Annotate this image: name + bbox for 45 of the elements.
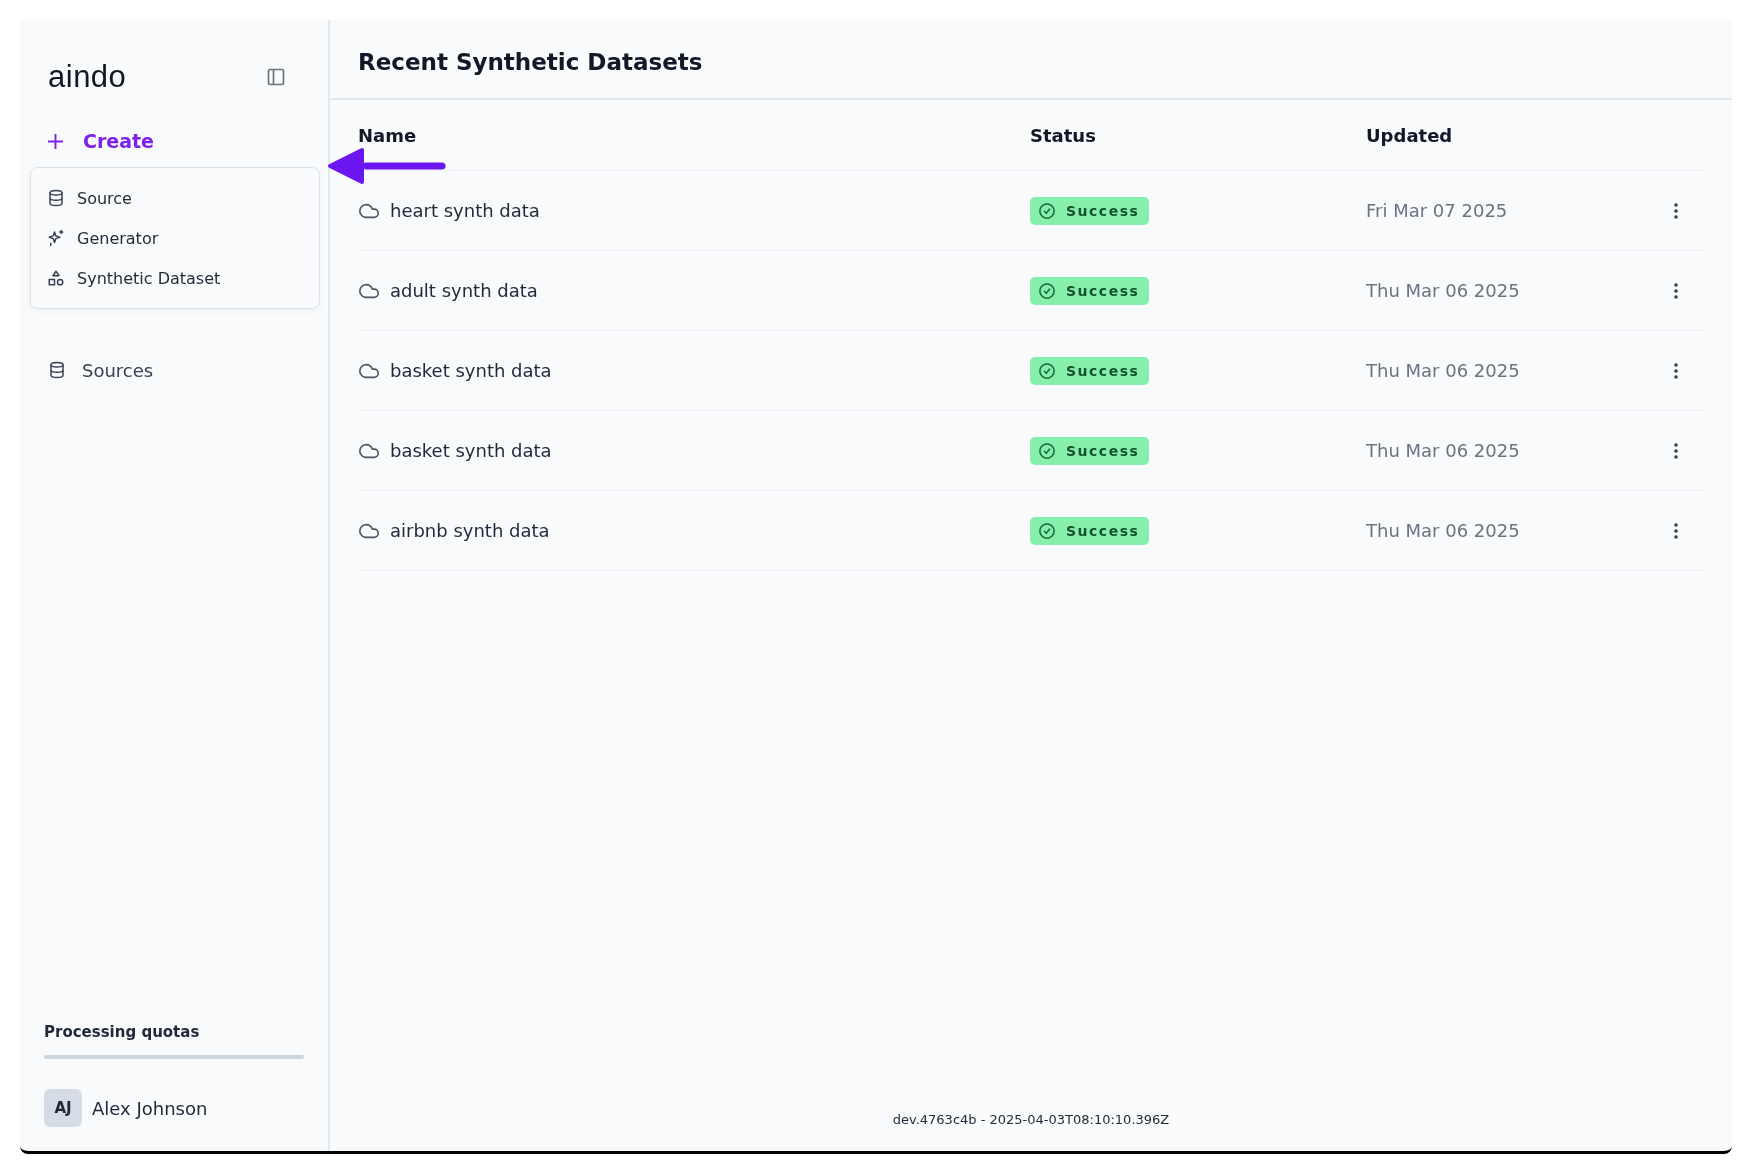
check-circle-icon [1038,441,1056,460]
check-circle-icon [1038,201,1056,220]
user-name: Alex Johnson [92,1097,208,1119]
updated-date: Thu Mar 06 2025 [1366,360,1521,381]
create-button[interactable]: Create [48,130,154,152]
updated-date: Thu Mar 06 2025 [1366,520,1521,541]
database-icon [47,189,65,207]
updated-date: Thu Mar 06 2025 [1366,440,1521,461]
sidebar-toggle-icon[interactable] [266,67,286,87]
updated-date: Thu Mar 06 2025 [1366,280,1521,301]
more-vertical-icon [1673,521,1679,540]
version-text: dev.4763c4b - 2025-04-03T08:10:10.396Z [892,1112,1170,1127]
status-badge: Success [1030,356,1150,385]
column-header: Name [358,124,418,146]
more-vertical-icon [1673,201,1679,220]
more-vertical-icon [1673,361,1679,380]
status-badge: Success [1030,436,1150,465]
plus-icon [48,133,63,149]
quota-label: Processing quotas [44,1023,201,1041]
database-icon [48,361,66,379]
check-circle-icon [1038,521,1056,540]
dataset-name[interactable]: adult synth data [390,280,538,301]
check-circle-icon [1038,361,1056,380]
sparkles-icon [47,229,65,247]
menu-item[interactable]: Synthetic Dataset [31,258,319,298]
column-header: Status [1030,124,1097,146]
shapes-icon [47,269,65,287]
dataset-name[interactable]: basket synth data [390,360,552,381]
status-badge: Success [1030,276,1150,305]
page-title: Recent Synthetic Datasets [358,48,703,75]
check-circle-icon [1038,281,1056,300]
nav-item[interactable]: Sources [20,343,328,397]
user-avatar[interactable]: AJ [44,1089,82,1127]
updated-date: Fri Mar 07 2025 [1366,200,1509,221]
more-vertical-icon [1673,281,1679,300]
menu-item[interactable]: Generator [31,218,319,258]
status-badge: Success [1030,196,1150,225]
menu-item[interactable]: Source [31,178,319,218]
aindo-logo: aindo [48,59,127,95]
status-badge: Success [1030,516,1150,545]
dataset-name[interactable]: basket synth data [390,440,552,461]
dataset-name[interactable]: airbnb synth data [390,520,550,541]
more-vertical-icon [1673,441,1679,460]
dataset-name[interactable]: heart synth data [390,200,540,221]
column-header: Updated [1366,124,1454,146]
